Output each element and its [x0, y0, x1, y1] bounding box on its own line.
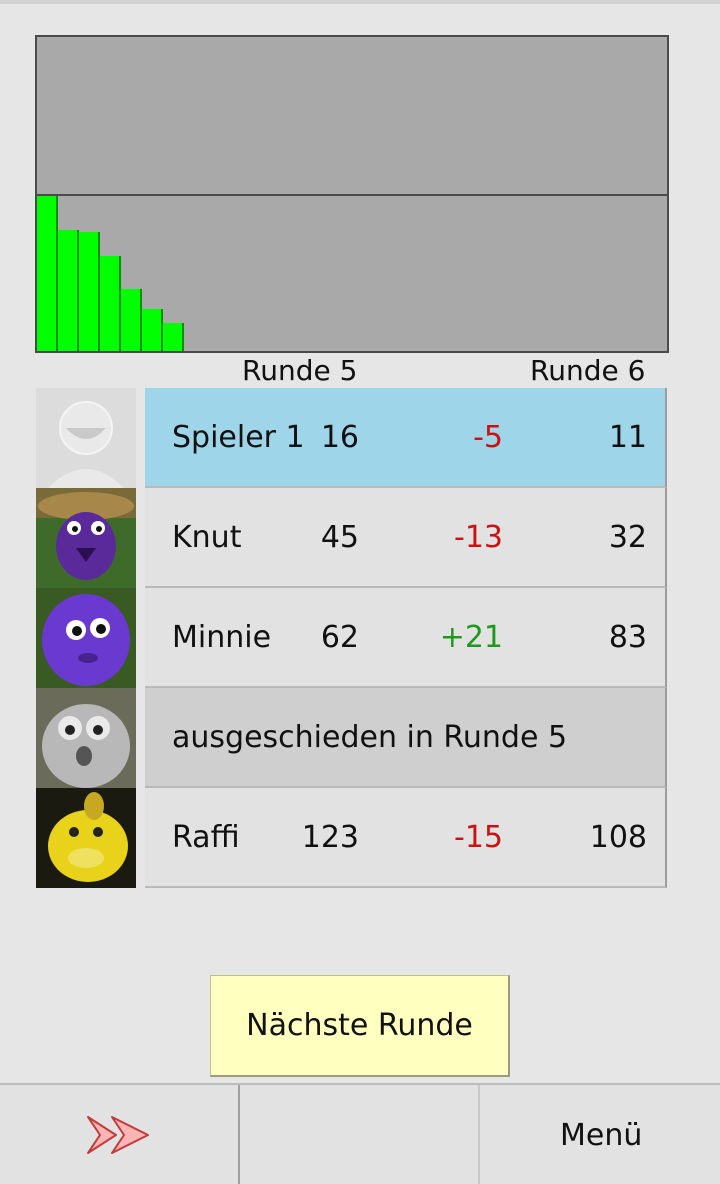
player-row-raffi[interactable]: Raffi 123 -15 108 — [145, 788, 667, 888]
player-row-eliminated: ausgeschieden in Runde 5 — [145, 688, 667, 788]
player-score: 16 — [320, 420, 359, 455]
player-delta: -15 — [454, 820, 503, 855]
player-row-spieler-1[interactable]: Spieler 1 16 -5 11 — [145, 388, 667, 488]
player-score: 45 — [320, 520, 359, 555]
menu-label: Menü — [560, 1118, 643, 1153]
player-delta: +21 — [439, 620, 503, 655]
round-label-next: Runde 6 — [530, 354, 646, 387]
menu-button[interactable]: Menü — [480, 1085, 720, 1184]
player-score: 62 — [320, 620, 359, 655]
chart-bar — [58, 230, 79, 351]
score-chart — [35, 35, 669, 353]
round-label-current: Runde 5 — [242, 354, 358, 387]
avatar-raffi — [36, 788, 136, 888]
player-total: 11 — [608, 420, 647, 455]
chart-midline — [37, 194, 667, 196]
chart-bar — [79, 232, 100, 351]
player-total: 108 — [589, 820, 647, 855]
chart-bar — [163, 323, 184, 351]
player-delta: -5 — [473, 420, 503, 455]
player-name: Raffi — [172, 820, 240, 855]
chart-bar — [100, 256, 121, 351]
avatar-knut — [36, 488, 136, 588]
eliminated-text: ausgeschieden in Runde 5 — [172, 720, 568, 755]
empty-bar-slot — [240, 1085, 480, 1184]
player-row-minnie[interactable]: Minnie 62 +21 83 — [145, 588, 667, 688]
avatar-default — [36, 388, 136, 488]
status-strip — [0, 0, 720, 4]
player-score: 123 — [301, 820, 359, 855]
player-name: Minnie — [172, 620, 272, 655]
player-row-knut[interactable]: Knut 45 -13 32 — [145, 488, 667, 588]
fast-forward-icon — [87, 1116, 149, 1154]
player-name: Knut — [172, 520, 242, 555]
player-total: 32 — [608, 520, 647, 555]
chart-bar — [121, 289, 142, 351]
next-round-button[interactable]: Nächste Runde — [210, 975, 510, 1077]
fast-forward-button[interactable] — [0, 1085, 240, 1184]
chart-bar — [142, 309, 163, 351]
avatar-eliminated — [36, 688, 136, 788]
player-total: 83 — [608, 620, 647, 655]
avatar-minnie — [36, 588, 136, 688]
bottom-bar: Menü — [0, 1083, 720, 1184]
player-delta: -13 — [454, 520, 503, 555]
chart-bar — [37, 196, 58, 351]
